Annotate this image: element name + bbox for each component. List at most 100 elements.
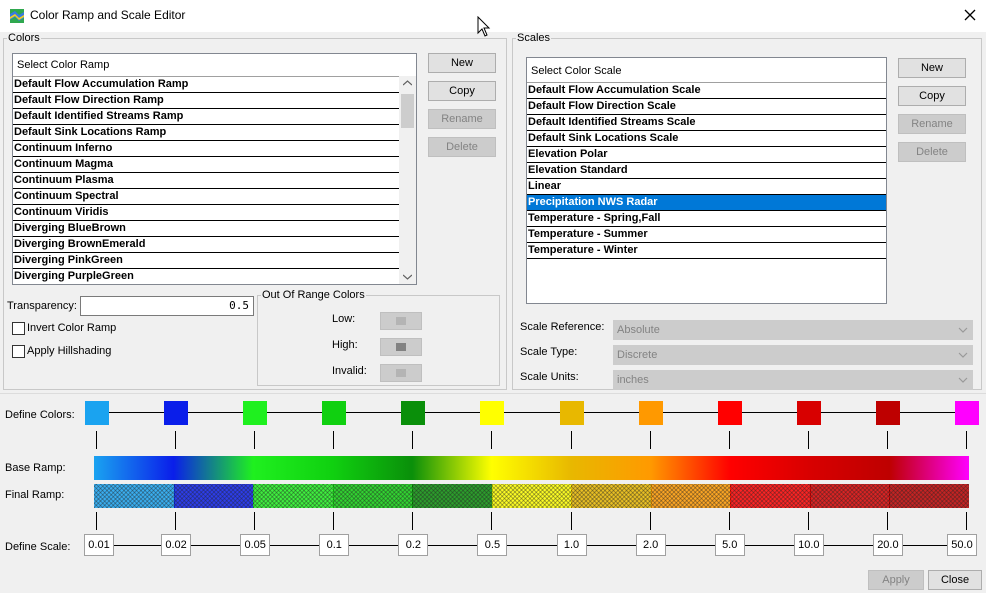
ramp-list-item[interactable]: Default Sink Locations Ramp xyxy=(13,125,399,141)
low-color-button[interactable] xyxy=(380,312,422,330)
color-stop-tick xyxy=(175,431,177,449)
ramp-list-item[interactable]: Continuum Inferno xyxy=(13,141,399,157)
color-stop-tick xyxy=(333,431,335,449)
define-color-swatch[interactable] xyxy=(243,401,268,425)
scale-new-button[interactable]: New xyxy=(898,58,966,78)
define-color-swatch[interactable] xyxy=(85,401,109,425)
scale-value-input[interactable]: 2.0 xyxy=(635,534,666,556)
ramp-copy-button[interactable]: Copy xyxy=(428,81,496,101)
define-color-swatch[interactable] xyxy=(322,401,347,425)
transparency-input[interactable]: 0.5 xyxy=(80,296,254,316)
define-color-swatch[interactable] xyxy=(796,401,821,425)
scale-list-item[interactable]: Default Identified Streams Scale xyxy=(527,115,886,131)
scale-value-input[interactable]: 0.01 xyxy=(84,534,114,556)
scale-rename-button[interactable]: Rename xyxy=(898,114,966,134)
scale-list-item[interactable]: Default Flow Accumulation Scale xyxy=(527,83,886,99)
ramp-list-item[interactable]: Diverging PurpleGreen xyxy=(13,269,399,284)
close-icon[interactable] xyxy=(960,5,980,25)
scale-type-select[interactable]: Discrete xyxy=(613,345,973,365)
ramp-new-button[interactable]: New xyxy=(428,53,496,73)
color-ramp-list[interactable]: Select Color Ramp Default Flow Accumulat… xyxy=(12,53,417,285)
low-color-swatch xyxy=(396,317,406,325)
define-scale-line xyxy=(97,545,967,546)
scale-stop-tick xyxy=(886,512,888,530)
chevron-down-icon xyxy=(958,327,968,333)
define-color-swatch[interactable] xyxy=(638,401,663,425)
scale-list-item[interactable]: Temperature - Summer xyxy=(527,227,886,243)
colors-group-legend: Colors xyxy=(8,32,40,44)
scale-value-input[interactable]: 0.1 xyxy=(319,534,350,556)
invalid-label: Invalid: xyxy=(332,365,367,377)
color-scale-list-header: Select Color Scale xyxy=(527,58,886,83)
define-color-swatch[interactable] xyxy=(717,401,742,425)
ramp-rename-button[interactable]: Rename xyxy=(428,109,496,129)
ramp-list-item[interactable]: Continuum Plasma xyxy=(13,173,399,189)
color-ramp-scrollbar[interactable] xyxy=(399,76,416,284)
high-color-button[interactable] xyxy=(380,338,422,356)
scale-stop-tick xyxy=(966,512,967,530)
scale-value-input[interactable]: 50.0 xyxy=(947,534,977,556)
chevron-down-icon xyxy=(958,352,968,358)
ramp-list-item[interactable]: Default Flow Accumulation Ramp xyxy=(13,77,399,93)
ramp-list-item[interactable]: Diverging BlueBrown xyxy=(13,221,399,237)
scale-type-label: Scale Type: xyxy=(520,346,578,358)
scale-list-item[interactable]: Linear xyxy=(527,179,886,195)
define-color-swatch[interactable] xyxy=(955,401,979,425)
ramp-list-item[interactable]: Default Flow Direction Ramp xyxy=(13,93,399,109)
scale-stop-tick xyxy=(491,512,493,530)
scale-value-input[interactable]: 1.0 xyxy=(556,534,587,556)
high-label: High: xyxy=(332,339,358,351)
ramp-list-item[interactable]: Diverging PinkGreen xyxy=(13,253,399,269)
scale-value-input[interactable]: 0.05 xyxy=(240,534,271,556)
scale-copy-button[interactable]: Copy xyxy=(898,86,966,106)
final-ramp-label: Final Ramp: xyxy=(5,489,65,501)
scale-value-input[interactable]: 0.2 xyxy=(398,534,429,556)
color-stop-tick xyxy=(491,431,493,449)
ramp-list-item[interactable]: Diverging BrownEmerald xyxy=(13,237,399,253)
define-separator xyxy=(0,393,986,394)
ramp-list-item[interactable]: Default Identified Streams Ramp xyxy=(13,109,399,125)
scale-list-item[interactable]: Default Flow Direction Scale xyxy=(527,99,886,115)
ramp-list-item[interactable]: Continuum Spectral xyxy=(13,189,399,205)
final-ramp-segment xyxy=(332,484,414,508)
define-color-swatch[interactable] xyxy=(559,401,584,425)
color-scale-list[interactable]: Select Color Scale Default Flow Accumula… xyxy=(526,57,887,304)
scale-list-item[interactable]: Elevation Polar xyxy=(527,147,886,163)
define-color-swatch[interactable] xyxy=(875,401,900,425)
scale-list-item[interactable]: Default Sink Locations Scale xyxy=(527,131,886,147)
scroll-up-icon[interactable] xyxy=(403,80,412,86)
scale-stop-tick xyxy=(333,512,335,530)
color-stop-tick xyxy=(570,431,572,449)
define-colors-label: Define Colors: xyxy=(5,409,75,421)
define-color-swatch[interactable] xyxy=(480,401,505,425)
scale-delete-button[interactable]: Delete xyxy=(898,142,966,162)
invalid-color-button[interactable] xyxy=(380,364,422,382)
scale-value-input[interactable]: 0.02 xyxy=(161,534,192,556)
scale-list-item[interactable]: Precipitation NWS Radar xyxy=(527,195,886,211)
scale-value-input[interactable]: 10.0 xyxy=(793,534,824,556)
base-ramp-bar xyxy=(94,456,969,480)
scale-stop-tick xyxy=(412,512,414,530)
scale-value-input[interactable]: 20.0 xyxy=(872,534,903,556)
scale-list-item[interactable]: Elevation Standard xyxy=(527,163,886,179)
apply-button[interactable]: Apply xyxy=(868,570,924,590)
scale-value-input[interactable]: 5.0 xyxy=(714,534,745,556)
scale-list-item[interactable]: Temperature - Spring,Fall xyxy=(527,211,886,227)
scroll-thumb[interactable] xyxy=(401,94,414,128)
scale-value-input[interactable]: 0.5 xyxy=(477,534,508,556)
ramp-list-item[interactable]: Continuum Viridis xyxy=(13,205,399,221)
scale-reference-select[interactable]: Absolute xyxy=(613,320,973,340)
apply-hillshading-checkbox[interactable] xyxy=(12,345,25,358)
invert-color-ramp-checkbox[interactable] xyxy=(12,322,25,335)
ramp-delete-button[interactable]: Delete xyxy=(428,137,496,157)
scale-list-item[interactable]: Temperature - Winter xyxy=(527,243,886,259)
scale-reference-value: Absolute xyxy=(617,324,660,336)
scroll-down-icon[interactable] xyxy=(403,274,412,280)
close-button[interactable]: Close xyxy=(928,570,982,590)
ramp-list-item[interactable]: Continuum Magma xyxy=(13,157,399,173)
color-ramp-list-header: Select Color Ramp xyxy=(13,54,416,77)
scale-units-select[interactable]: inches xyxy=(613,370,973,390)
define-color-swatch[interactable] xyxy=(401,401,426,425)
define-color-swatch[interactable] xyxy=(164,401,189,425)
final-ramp-segment xyxy=(412,484,493,508)
